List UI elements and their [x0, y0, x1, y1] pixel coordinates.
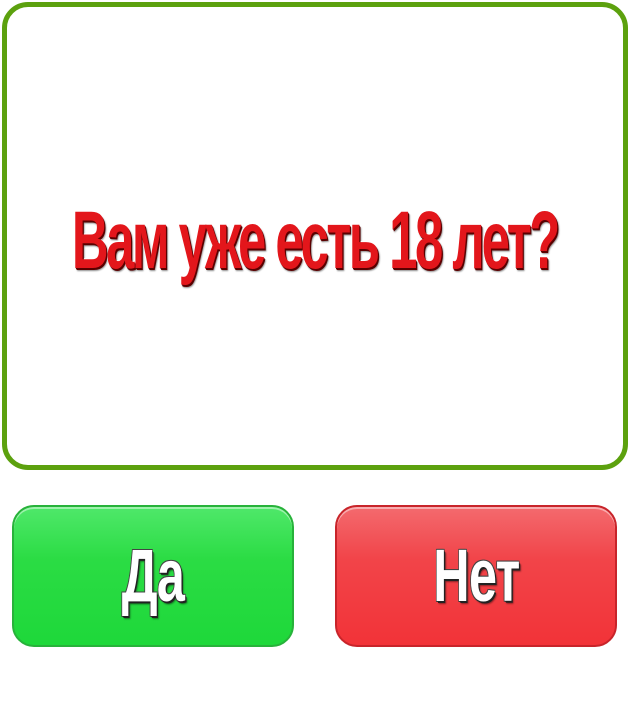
- yes-button[interactable]: Да: [12, 505, 294, 647]
- yes-button-label: Да: [121, 534, 185, 617]
- no-button[interactable]: Нет: [335, 505, 617, 647]
- age-verification-dialog: Вам уже есть 18 лет? Да Нет: [0, 0, 630, 705]
- question-panel: Вам уже есть 18 лет?: [2, 2, 628, 470]
- age-question-text: Вам уже есть 18 лет?: [72, 195, 560, 286]
- no-button-label: Нет: [432, 534, 520, 617]
